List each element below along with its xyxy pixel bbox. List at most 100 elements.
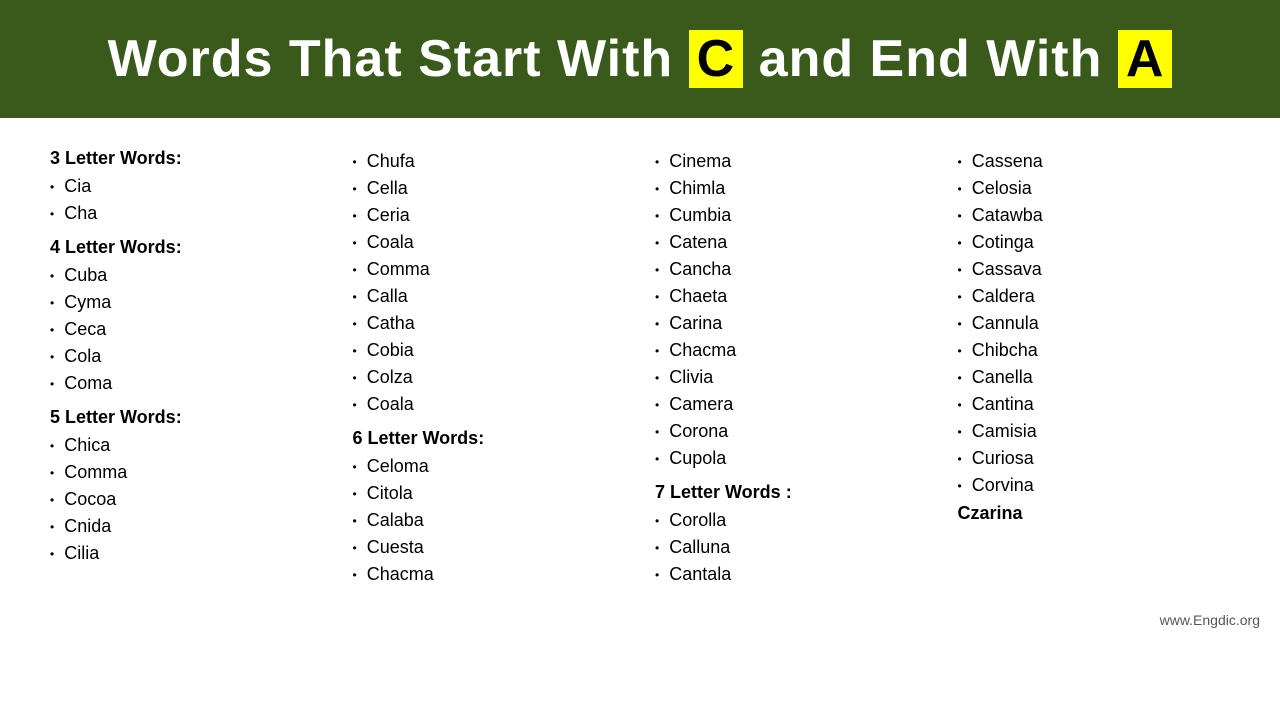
word-text: Catena	[669, 232, 727, 253]
list-item: Canella	[958, 364, 1231, 391]
list-item: Corolla	[655, 507, 928, 534]
word-text: Cocoa	[64, 489, 116, 510]
word-text: Cilia	[64, 543, 99, 564]
word-text: Camera	[669, 394, 733, 415]
word-text: Cyma	[64, 292, 111, 313]
section-heading-1-2: 4 Letter Words:	[50, 237, 323, 258]
word-text: Corvina	[972, 475, 1034, 496]
word-text: Cumbia	[669, 205, 731, 226]
list-item: Citola	[353, 480, 626, 507]
word-text: Ceca	[64, 319, 106, 340]
list-item: Cannula	[958, 310, 1231, 337]
word-text: Chufa	[367, 151, 415, 172]
list-item: Curiosa	[958, 445, 1231, 472]
list-item: Chacma	[353, 561, 626, 588]
word-text: Chacma	[367, 564, 434, 585]
footer: www.Engdic.org	[0, 608, 1280, 634]
list-item: Camisia	[958, 418, 1231, 445]
list-item: Cantala	[655, 561, 928, 588]
word-text: Coma	[64, 373, 112, 394]
website-url: www.Engdic.org	[1160, 612, 1260, 628]
word-text: Calaba	[367, 510, 424, 531]
word-text: Calluna	[669, 537, 730, 558]
word-list-3-2: Corolla Calluna Cantala	[655, 507, 928, 588]
word-text: Ceria	[367, 205, 410, 226]
list-item: Calluna	[655, 534, 928, 561]
word-list-3-1: Cinema Chimla Cumbia Catena Cancha Chaeta Cari…	[655, 148, 928, 472]
header: Words That Start With C and End With A	[0, 0, 1280, 118]
word-text: Cobia	[367, 340, 414, 361]
list-item: Chimla	[655, 175, 928, 202]
list-item: Cilia	[50, 540, 323, 567]
list-item: Camera	[655, 391, 928, 418]
title-text-before: Words That Start With	[108, 30, 674, 88]
list-item: Cobia	[353, 337, 626, 364]
list-item: Cha	[50, 200, 323, 227]
word-text: Coala	[367, 394, 414, 415]
word-list-4-1: Cassena Celosia Catawba Cotinga Cassava Calde…	[958, 148, 1231, 499]
list-item: Comma	[50, 459, 323, 486]
word-text: Curiosa	[972, 448, 1034, 469]
word-text: Chaeta	[669, 286, 727, 307]
list-item: Cocoa	[50, 486, 323, 513]
word-list-1-2: Cuba Cyma Ceca Cola Coma	[50, 262, 323, 397]
list-item: Chica	[50, 432, 323, 459]
word-text: Catawba	[972, 205, 1043, 226]
section-heading-3-2: 7 Letter Words :	[655, 482, 928, 503]
list-item: Cantina	[958, 391, 1231, 418]
word-text: Canella	[972, 367, 1033, 388]
word-text: Cantina	[972, 394, 1034, 415]
list-item: Carina	[655, 310, 928, 337]
word-text: Cancha	[669, 259, 731, 280]
list-item: Corona	[655, 418, 928, 445]
list-item: Ceria	[353, 202, 626, 229]
word-text: Chica	[64, 435, 110, 456]
list-item: Caldera	[958, 283, 1231, 310]
list-item: Cinema	[655, 148, 928, 175]
word-text: Camisia	[972, 421, 1037, 442]
list-item: Cupola	[655, 445, 928, 472]
word-text: Cassava	[972, 259, 1042, 280]
list-item: Calaba	[353, 507, 626, 534]
word-text: Calla	[367, 286, 408, 307]
section-heading-1-3: 5 Letter Words:	[50, 407, 323, 428]
word-text: Cuba	[64, 265, 107, 286]
word-text: Chacma	[669, 340, 736, 361]
word-text: Clivia	[669, 367, 713, 388]
content-area: 3 Letter Words:CiaCha4 Letter Words:Cuba…	[0, 118, 1280, 608]
highlight-a: A	[1118, 30, 1173, 88]
word-text: Cassena	[972, 151, 1043, 172]
word-text: Celosia	[972, 178, 1032, 199]
list-item: Cella	[353, 175, 626, 202]
list-item: Chibcha	[958, 337, 1231, 364]
column-3: Cinema Chimla Cumbia Catena Cancha Chaeta Cari…	[645, 138, 938, 588]
page-title: Words That Start With C and End With A	[40, 28, 1240, 90]
list-item: Comma	[353, 256, 626, 283]
word-text: Cinema	[669, 151, 731, 172]
word-text: Celoma	[367, 456, 429, 477]
word-list-1-1: CiaCha	[50, 173, 323, 227]
extra-word: Czarina	[958, 503, 1231, 524]
list-item: Catha	[353, 310, 626, 337]
column-2: Chufa Cella Ceria Coala Comma Calla Catha Cobia…	[343, 138, 636, 588]
list-item: Ceca	[50, 316, 323, 343]
word-text: Comma	[64, 462, 127, 483]
list-item: Colza	[353, 364, 626, 391]
word-text: Coala	[367, 232, 414, 253]
word-text: Caldera	[972, 286, 1035, 307]
list-item: Cassena	[958, 148, 1231, 175]
section-heading-2-2: 6 Letter Words:	[353, 428, 626, 449]
list-item: Catawba	[958, 202, 1231, 229]
list-item: Celoma	[353, 453, 626, 480]
word-text: Carina	[669, 313, 722, 334]
list-item: Cotinga	[958, 229, 1231, 256]
list-item: Cola	[50, 343, 323, 370]
word-text: Cella	[367, 178, 408, 199]
column-1: 3 Letter Words:CiaCha4 Letter Words:Cuba…	[40, 138, 333, 588]
list-item: Catena	[655, 229, 928, 256]
word-text: Citola	[367, 483, 413, 504]
list-item: Corvina	[958, 472, 1231, 499]
list-item: Coala	[353, 229, 626, 256]
list-item: Cancha	[655, 256, 928, 283]
list-item: Coma	[50, 370, 323, 397]
